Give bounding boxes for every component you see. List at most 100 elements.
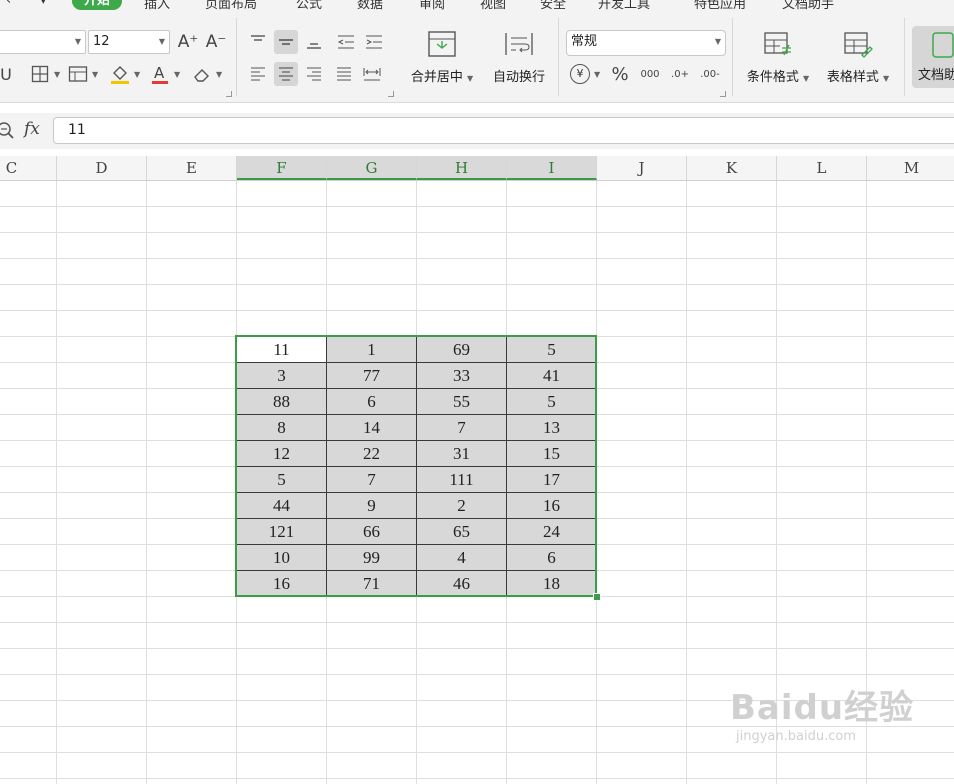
table-cell[interactable]: 14 <box>326 414 417 441</box>
column-header-g[interactable]: G <box>327 156 417 180</box>
column-header-j[interactable]: J <box>597 156 687 180</box>
decrease-font-size-button[interactable]: A⁻ <box>204 30 228 54</box>
table-cell[interactable]: 12 <box>236 440 327 467</box>
decrease-decimal-button[interactable]: .00- <box>698 62 722 86</box>
table-cell[interactable]: 16 <box>236 570 327 597</box>
table-cell[interactable]: 7 <box>326 466 417 493</box>
dialog-launcher-icon[interactable] <box>388 91 394 97</box>
menu-tab[interactable]: 视图 <box>480 0 506 12</box>
zoom-icon[interactable] <box>0 121 16 141</box>
table-cell[interactable]: 8 <box>236 414 327 441</box>
table-cell[interactable]: 121 <box>236 518 327 545</box>
justify-button[interactable] <box>332 62 356 86</box>
table-cell[interactable]: 44 <box>236 492 327 519</box>
table-cell[interactable]: 10 <box>236 544 327 571</box>
menu-tab[interactable]: ▾ <box>40 0 47 8</box>
decrease-indent-button[interactable] <box>334 30 358 54</box>
align-top-button[interactable] <box>246 30 270 54</box>
clear-format-button[interactable] <box>190 62 214 86</box>
table-cell[interactable]: 6 <box>506 544 597 571</box>
number-format-combo[interactable]: 常规 ▼ <box>566 30 726 56</box>
increase-indent-button[interactable] <box>362 30 386 54</box>
column-header-d[interactable]: D <box>57 156 147 180</box>
chevron-down-icon[interactable]: ▼ <box>134 70 140 79</box>
fill-handle[interactable] <box>593 593 601 601</box>
column-header-l[interactable]: L <box>777 156 867 180</box>
table-cell[interactable]: 66 <box>326 518 417 545</box>
thousands-separator-button[interactable]: 000 <box>638 62 662 86</box>
table-cell[interactable]: 71 <box>326 570 417 597</box>
merge-center-button[interactable]: 合并居中 ▼ <box>404 30 480 85</box>
table-cell[interactable]: 65 <box>416 518 507 545</box>
table-cell[interactable]: 55 <box>416 388 507 415</box>
table-cell[interactable]: 99 <box>326 544 417 571</box>
cell-style-button[interactable] <box>66 62 90 86</box>
align-right-button[interactable] <box>302 62 326 86</box>
table-cell[interactable]: 111 <box>416 466 507 493</box>
table-cell[interactable]: 13 <box>506 414 597 441</box>
fill-color-button[interactable] <box>108 62 132 86</box>
column-header-i[interactable]: I <box>507 156 597 180</box>
fx-icon[interactable]: fx <box>24 119 40 139</box>
table-cell[interactable]: 5 <box>506 336 597 363</box>
dialog-launcher-icon[interactable] <box>720 91 726 97</box>
menu-tab[interactable]: 开发工具 <box>598 0 650 12</box>
table-cell[interactable]: 5 <box>236 466 327 493</box>
menu-tab[interactable]: 安全 <box>540 0 566 12</box>
table-cell[interactable]: 15 <box>506 440 597 467</box>
table-cell[interactable]: 2 <box>416 492 507 519</box>
distributed-align-button[interactable] <box>360 62 384 86</box>
formula-input[interactable]: 11 <box>53 117 954 144</box>
dialog-launcher-icon[interactable] <box>226 91 232 97</box>
column-header-e[interactable]: E <box>147 156 237 180</box>
menu-tab[interactable]: ‹ <box>6 0 11 8</box>
conditional-format-button[interactable]: 条件格式 ▼ <box>740 30 816 85</box>
align-center-button[interactable] <box>274 62 298 86</box>
borders-button[interactable] <box>28 62 52 86</box>
table-cell[interactable]: 11 <box>236 336 327 363</box>
align-left-button[interactable] <box>246 62 270 86</box>
menu-tab[interactable]: 特色应用 <box>694 0 746 12</box>
column-header-c[interactable]: C <box>0 156 57 180</box>
currency-format-button[interactable]: ¥ <box>568 62 592 86</box>
column-header-f[interactable]: F <box>237 156 327 180</box>
table-cell[interactable]: 3 <box>236 362 327 389</box>
table-cell[interactable]: 77 <box>326 362 417 389</box>
doc-assistant-button[interactable]: 文档助 <box>912 26 954 88</box>
menu-tab[interactable]: 公式 <box>296 0 322 12</box>
table-cell[interactable]: 41 <box>506 362 597 389</box>
selected-data-range[interactable]: 11 1 69 5 3 77 33 41 88 6 55 5 8 14 7 13 12 22 31 15 5 7 111 17… <box>236 336 597 597</box>
table-cell[interactable]: 4 <box>416 544 507 571</box>
percent-format-button[interactable]: % <box>608 62 632 86</box>
underline-button[interactable]: U <box>0 62 18 86</box>
column-header-m[interactable]: M <box>867 156 954 180</box>
table-cell[interactable]: 7 <box>416 414 507 441</box>
align-bottom-button[interactable] <box>302 30 326 54</box>
font-size-combo[interactable]: 12 ▼ <box>88 30 170 54</box>
chevron-down-icon[interactable]: ▼ <box>54 70 60 79</box>
table-cell[interactable]: 9 <box>326 492 417 519</box>
table-cell[interactable]: 69 <box>416 336 507 363</box>
table-cell[interactable]: 24 <box>506 518 597 545</box>
menu-tab[interactable]: 开始 <box>72 0 123 10</box>
align-middle-button[interactable] <box>274 30 298 54</box>
table-cell[interactable]: 6 <box>326 388 417 415</box>
chevron-down-icon[interactable]: ▼ <box>92 70 98 79</box>
table-cell[interactable]: 33 <box>416 362 507 389</box>
menu-tab[interactable]: 文档助手 <box>782 0 834 12</box>
column-header-h[interactable]: H <box>417 156 507 180</box>
font-name-combo[interactable]: ▼ <box>0 30 86 54</box>
table-cell[interactable]: 18 <box>506 570 597 597</box>
chevron-down-icon[interactable]: ▼ <box>216 70 222 79</box>
chevron-down-icon[interactable]: ▼ <box>174 70 180 79</box>
increase-font-size-button[interactable]: A⁺ <box>176 30 200 54</box>
table-cell[interactable]: 17 <box>506 466 597 493</box>
increase-decimal-button[interactable]: .0+ <box>668 62 692 86</box>
chevron-down-icon[interactable]: ▼ <box>594 70 600 79</box>
wrap-text-button[interactable]: 自动换行 <box>486 30 552 85</box>
menu-tab[interactable]: 页面布局 <box>205 0 257 12</box>
menu-tab[interactable]: 数据 <box>357 0 383 12</box>
table-cell[interactable]: 88 <box>236 388 327 415</box>
table-cell[interactable]: 31 <box>416 440 507 467</box>
table-cell[interactable]: 46 <box>416 570 507 597</box>
